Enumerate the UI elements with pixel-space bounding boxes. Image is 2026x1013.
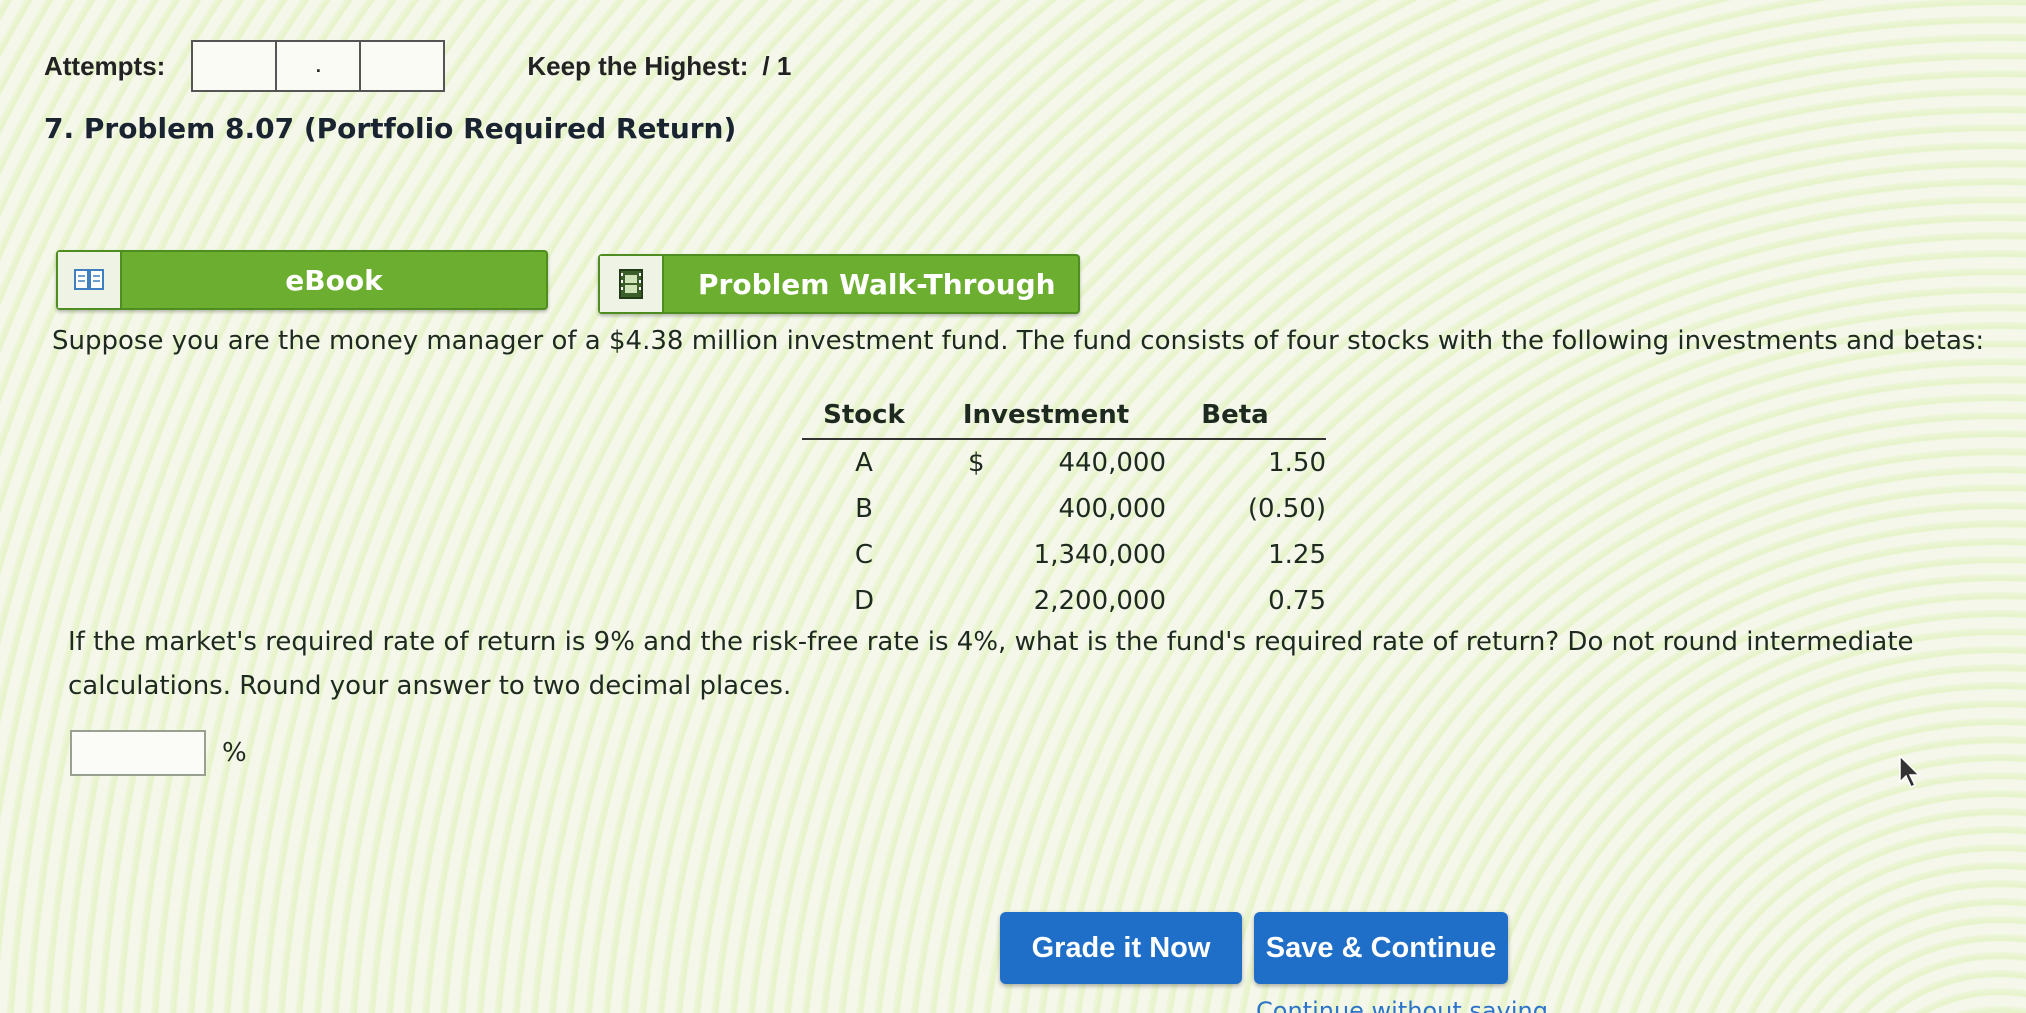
attempts-label: Attempts: (44, 50, 166, 81)
cell-investment: 400,000 (1058, 494, 1166, 524)
cell-investment: 1,340,000 (1033, 540, 1166, 570)
answer-input[interactable] (70, 730, 206, 776)
header-investment: Investment (962, 400, 1130, 430)
cell-investment: $ 440,000 (926, 448, 1188, 478)
cell-beta: (0.50) (1247, 494, 1326, 524)
keep-highest-label: Keep the Highest: (527, 50, 749, 81)
mouse-cursor-icon (1899, 754, 1921, 789)
attempts-box-3 (361, 42, 443, 90)
book-icon (58, 252, 122, 308)
table-header: Stock Investment Beta (802, 392, 1326, 440)
answer-row: % (70, 730, 247, 776)
header-stock: Stock (823, 400, 905, 430)
table-row: C 1,340,000 1.25 (802, 532, 1326, 578)
attempts-bar: Attempts: . Keep the Highest: / 1 (44, 40, 791, 92)
cell-stock: A (855, 448, 873, 478)
ebook-button[interactable]: eBook (56, 250, 548, 310)
cell-investment: 2,200,000 (1033, 586, 1166, 616)
save-and-continue-button[interactable]: Save & Continue (1254, 912, 1508, 984)
attempts-boxes: . (191, 40, 446, 92)
cell-beta: 1.25 (1268, 540, 1326, 570)
dollar-sign: $ (968, 448, 985, 478)
cell-beta: 0.75 (1268, 586, 1326, 616)
keep-highest-value: / 1 (762, 50, 792, 81)
film-icon (600, 256, 664, 312)
header-beta: Beta (1201, 400, 1269, 430)
table-row: D 2,200,000 0.75 (802, 578, 1326, 624)
problem-title: 7. Problem 8.07 (Portfolio Required Retu… (44, 112, 737, 145)
ebook-label: eBook (285, 263, 383, 297)
attempts-box-1 (193, 42, 278, 90)
table-row: B 400,000 (0.50) (802, 486, 1326, 532)
cell-beta: 1.50 (1268, 448, 1326, 478)
problem-intro-text: Suppose you are the money manager of a $… (52, 326, 1985, 356)
cell-stock: D (853, 586, 875, 616)
stock-table: Stock Investment Beta A $ 440,000 1.50 B… (802, 392, 1326, 624)
grade-it-now-button[interactable]: Grade it Now (1000, 912, 1242, 984)
investment-value: 440,000 (1058, 448, 1166, 478)
continue-without-saving-link[interactable]: Continue without saving (1256, 996, 1576, 1013)
percent-unit: % (222, 738, 247, 768)
attempts-box-2: . (277, 42, 362, 90)
walkthrough-label: Problem Walk-Through (698, 267, 1056, 301)
table-row: A $ 440,000 1.50 (802, 440, 1326, 486)
cell-stock: B (855, 494, 873, 524)
problem-walkthrough-button[interactable]: Problem Walk-Through (598, 254, 1080, 314)
cell-stock: C (854, 540, 874, 570)
question-text: If the market's required rate of return … (68, 627, 1914, 701)
